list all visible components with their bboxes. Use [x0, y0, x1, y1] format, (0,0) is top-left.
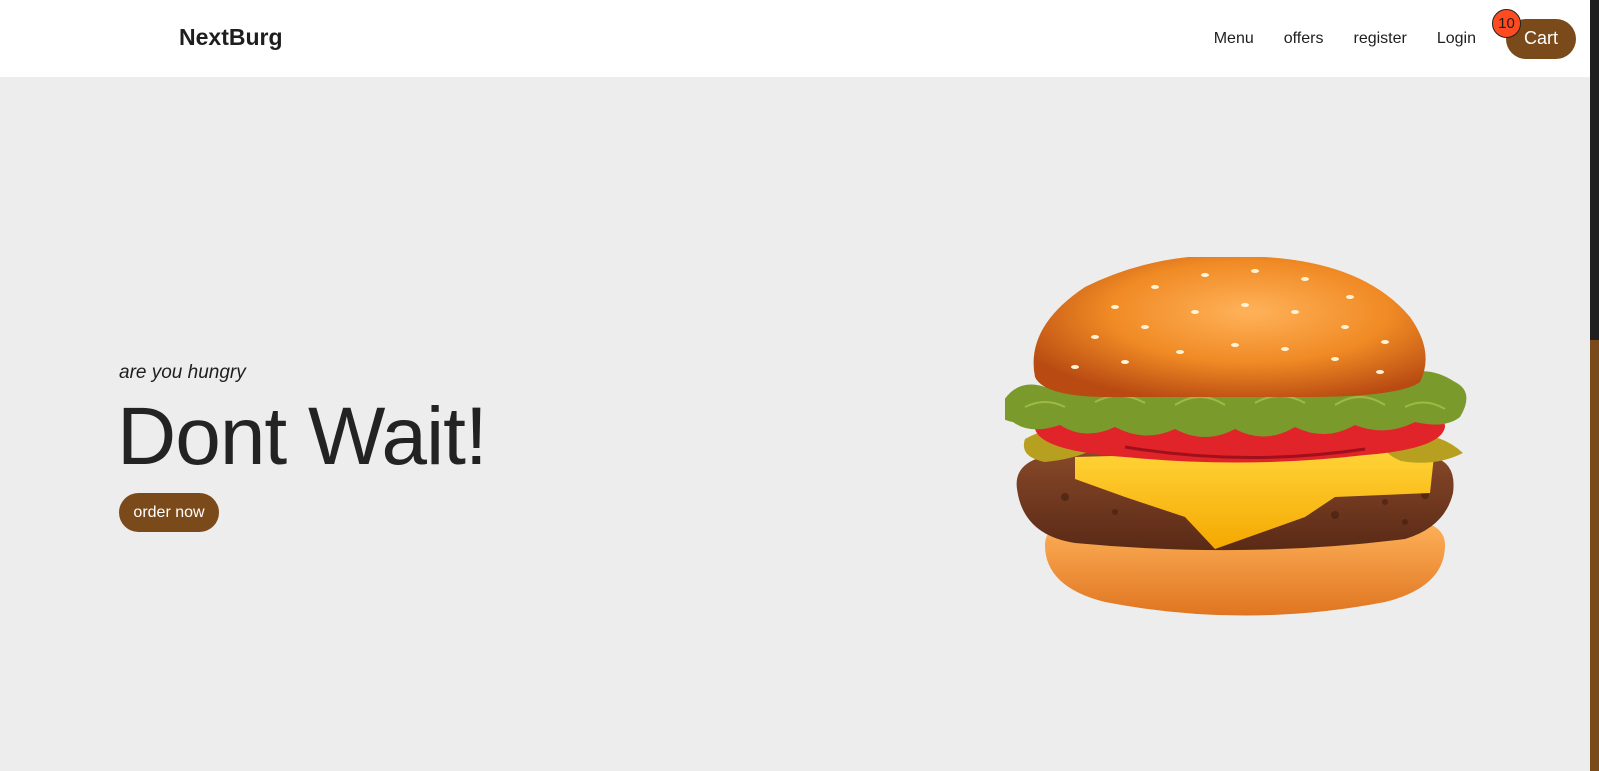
nav-links: Menu offers register Login Cart 10 — [1214, 0, 1590, 77]
scrollbar[interactable] — [1590, 0, 1599, 771]
scrollbar-thumb[interactable] — [1590, 340, 1599, 771]
order-now-button[interactable]: order now — [119, 493, 219, 532]
brand-logo-text[interactable]: NextBurg — [179, 24, 283, 51]
burger-image — [1005, 257, 1467, 616]
hero-subtitle: are you hungry — [119, 362, 246, 383]
cart-container: Cart 10 — [1492, 8, 1576, 59]
hero-title: Dont Wait! — [117, 391, 488, 482]
nav-link-offers[interactable]: offers — [1284, 30, 1324, 48]
hero-section: are you hungry Dont Wait! order now — [0, 77, 1590, 771]
nav-link-login[interactable]: Login — [1437, 30, 1476, 48]
cart-count-badge: 10 — [1492, 8, 1521, 38]
nav-link-register[interactable]: register — [1353, 30, 1406, 48]
navbar: NextBurg Menu offers register Login Cart… — [0, 0, 1590, 77]
nav-link-menu[interactable]: Menu — [1214, 30, 1254, 48]
